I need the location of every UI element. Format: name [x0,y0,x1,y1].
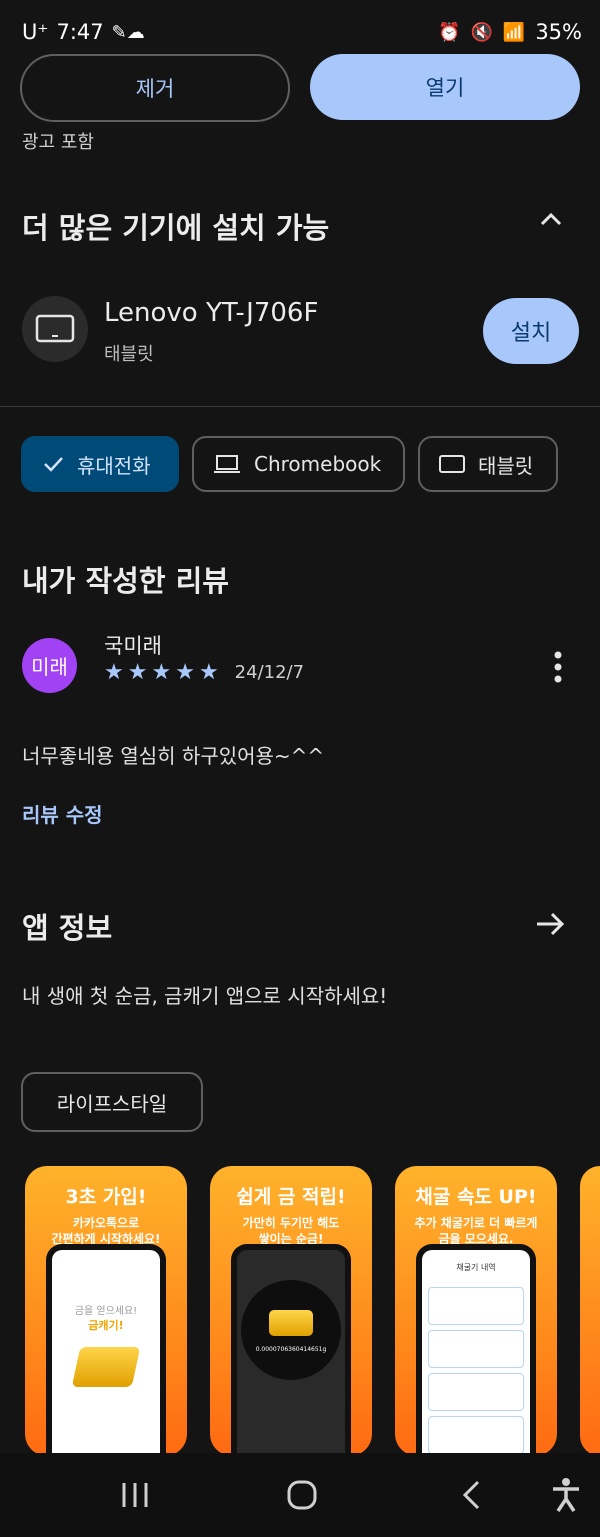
screen-line: 금캐기! [88,1319,124,1332]
screen-value: 0.0000706360414651g [255,1346,327,1353]
gold-circle: 0.0000706360414651g [241,1280,341,1380]
chip-chromebook-label: Chromebook [254,452,382,476]
clock: 7:47 [56,20,104,44]
install-button[interactable]: 설치 [483,298,579,364]
alarm-icon: ⏰ [438,21,461,43]
phone-mockup: 0.0000706360414651g [231,1244,351,1456]
home-icon[interactable] [286,1479,318,1515]
phone-mockup: 채굴기 내역 [416,1244,536,1456]
app-info-title: 앱 정보 [22,911,113,945]
star-icon: ★ [151,660,172,685]
notification-icon: ✎☁ [111,21,145,43]
system-nav-bar [0,1453,600,1537]
avatar: 미래 [22,638,77,693]
screenshot-headline: 채굴 속도 UP! [415,1186,537,1208]
list-item [428,1287,524,1325]
carrier-label: U⁺ [22,20,49,44]
screenshot-headline: 쉽게 금 적립! [236,1186,346,1208]
app-description: 내 생애 첫 순금, 금캐기 앱으로 시작하세요! [22,984,388,1008]
screenshot-4-partial[interactable] [580,1166,600,1456]
star-icon: ★ [127,660,148,685]
laptop-icon [214,455,240,473]
back-icon[interactable] [460,1479,482,1515]
star-icon: ★ [175,660,195,685]
device-name: Lenovo YT-J706F [104,298,319,328]
screen-title: 채굴기 내역 [456,1263,496,1272]
chip-chromebook[interactable]: Chromebook [192,436,405,492]
chip-tablet[interactable]: 태블릿 [418,436,558,492]
screenshot-subtitle: 카카오톡으로 간편하게 시작하세요! [51,1216,161,1246]
review-date: 24/12/7 [234,662,305,683]
remove-button[interactable]: 제거 [20,54,290,122]
more-options-icon[interactable] [548,650,568,688]
screen-line: 금을 얻으세요! [74,1306,138,1317]
category-chip[interactable]: 라이프스타일 [21,1072,203,1132]
star-icon: ★ [198,660,219,685]
edit-review-link[interactable]: 리뷰 수정 [22,799,103,828]
ads-note: 광고 포함 [22,132,94,153]
screenshot-2[interactable]: 쉽게 금 적립! 가만히 두기만 해도 쌓이는 순금! 0.0000706360… [210,1166,372,1456]
mute-icon: 🔇 [470,21,493,43]
rating-stars: ★ ★ ★ ★ ★ 24/12/7 [104,660,304,685]
screenshot-subtitle: 가만히 두기만 해도 쌓이는 순금! [242,1216,340,1246]
screenshot-3[interactable]: 채굴 속도 UP! 추가 채굴기로 더 빠르게 금을 모으세요. 채굴기 내역 [395,1166,557,1456]
tablet-icon [439,455,465,473]
my-review-title: 내가 작성한 리뷰 [22,564,229,598]
wifi-icon: 📶 [502,21,526,43]
status-right: ⏰ 🔇 📶 35% [438,20,582,44]
review-author: 국미래 [104,634,162,658]
phone-mockup: 금을 얻으세요! 금캐기! [46,1244,166,1456]
screenshot-1[interactable]: 3초 가입! 카카오톡으로 간편하게 시작하세요! 금을 얻으세요! 금캐기! [25,1166,187,1456]
device-type: 태블릿 [104,344,154,365]
arrow-right-icon[interactable] [534,908,566,944]
chip-tablet-label: 태블릿 [478,453,534,478]
list-item [428,1416,524,1454]
recent-apps-icon[interactable] [120,1481,150,1513]
status-left: U⁺ 7:47 ✎☁ [22,20,145,44]
gold-bar-icon [269,1310,313,1336]
star-icon: ★ [104,660,124,685]
device-tablet-icon [22,296,88,362]
review-text: 너무좋네용 열심히 하구있어용~^^ [22,744,325,768]
screenshot-headline: 3초 가입! [65,1186,147,1208]
devices-title: 더 많은 기기에 설치 가능 [22,211,330,245]
chip-phone-label: 휴대전화 [77,453,151,478]
accessibility-icon[interactable] [550,1477,582,1517]
open-button[interactable]: 열기 [310,54,580,120]
check-icon [44,457,63,472]
chip-phone[interactable]: 휴대전화 [21,436,179,492]
collapse-icon[interactable] [538,206,564,236]
screenshot-subtitle: 추가 채굴기로 더 빠르게 금을 모으세요. [414,1216,538,1246]
battery-level: 35% [535,20,582,44]
list-item [428,1373,524,1411]
divider [0,406,600,407]
list-item [428,1330,524,1368]
gold-bar-icon [71,1347,141,1387]
